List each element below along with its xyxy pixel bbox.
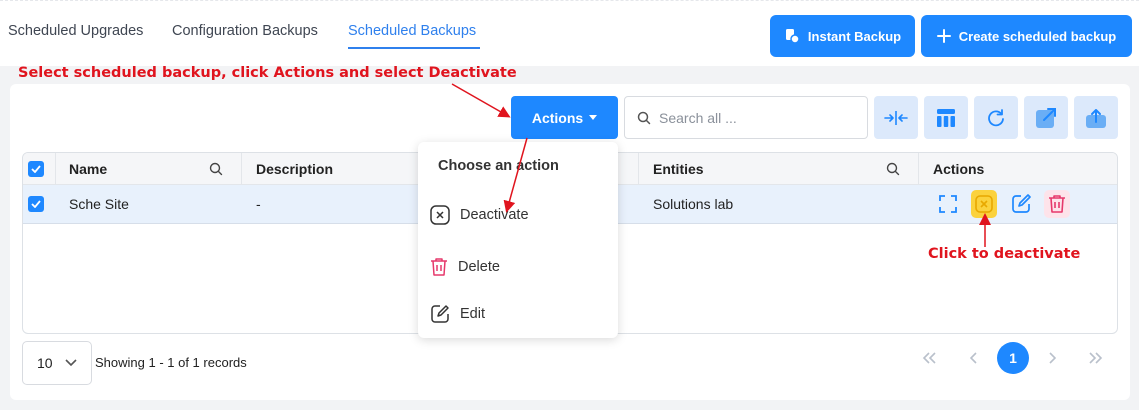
row-checkbox[interactable] — [28, 196, 44, 212]
first-page-button[interactable] — [913, 342, 945, 374]
open-external-icon — [1036, 107, 1056, 128]
tab-scheduled-backups[interactable]: Scheduled Backups — [348, 23, 476, 39]
last-page-button[interactable] — [1080, 342, 1112, 374]
row-name: Sche Site — [69, 196, 129, 212]
annotation-click-deactivate: Click to deactivate — [928, 246, 1081, 262]
trash-icon — [1049, 195, 1065, 213]
search-icon — [637, 111, 651, 124]
backup-icon — [785, 29, 800, 44]
chevron-left-icon — [970, 352, 977, 364]
resize-columns-icon — [884, 110, 908, 125]
check-icon — [31, 200, 41, 208]
tab-configuration-backups[interactable]: Configuration Backups — [172, 23, 318, 39]
actions-dropdown-menu: Choose an action Deactivate Delete Edit — [418, 142, 618, 338]
select-all-checkbox[interactable] — [28, 160, 44, 177]
trash-icon — [431, 258, 447, 276]
deactivate-row-button[interactable] — [971, 190, 997, 218]
entities-filter-button[interactable] — [886, 153, 900, 184]
edit-icon — [1012, 194, 1031, 213]
column-header-entities[interactable]: Entities — [653, 153, 704, 184]
search-icon — [209, 162, 223, 175]
columns-layout-icon — [937, 108, 955, 127]
columns-layout-button[interactable] — [924, 96, 968, 139]
actions-button[interactable]: Actions — [511, 96, 618, 139]
double-chevron-right-icon — [1089, 352, 1103, 364]
menu-item-label: Edit — [460, 306, 485, 322]
next-page-button[interactable] — [1036, 342, 1068, 374]
refresh-icon — [988, 108, 1004, 126]
x-circle-icon — [975, 195, 993, 213]
expand-row-button[interactable] — [935, 190, 961, 218]
row-description: - — [256, 196, 261, 212]
page-size-select[interactable]: 10 — [22, 341, 92, 385]
menu-item-label: Deactivate — [460, 207, 529, 223]
actions-label: Actions — [531, 109, 584, 126]
create-scheduled-backup-button[interactable]: Create scheduled backup — [921, 15, 1132, 57]
menu-item-label: Delete — [458, 259, 500, 275]
create-scheduled-backup-label: Create scheduled backup — [958, 28, 1117, 44]
search-box — [624, 96, 868, 139]
edit-icon — [431, 305, 449, 323]
records-summary: Showing 1 - 1 of 1 records — [95, 355, 247, 370]
instant-backup-button[interactable]: Instant Backup — [770, 15, 915, 57]
name-filter-button[interactable] — [209, 153, 223, 184]
check-icon — [31, 164, 41, 173]
instant-backup-label: Instant Backup — [807, 28, 902, 44]
upload-icon — [1086, 108, 1106, 128]
edit-row-button[interactable] — [1008, 190, 1034, 218]
page-button-current[interactable]: 1 — [997, 342, 1029, 374]
column-header-description[interactable]: Description — [256, 153, 333, 184]
caret-down-icon — [589, 115, 598, 120]
annotation-instruction: Select scheduled backup, click Actions a… — [18, 65, 517, 81]
top-bar: Scheduled Upgrades Configuration Backups… — [0, 0, 1139, 66]
menu-item-edit[interactable]: Edit — [430, 300, 610, 328]
menu-item-deactivate[interactable]: Deactivate — [430, 201, 610, 229]
resize-columns-button[interactable] — [874, 96, 918, 139]
page-size-value: 10 — [37, 355, 53, 371]
row-entities: Solutions lab — [653, 196, 734, 212]
x-circle-icon — [430, 205, 450, 225]
column-header-name[interactable]: Name — [69, 153, 107, 184]
search-input[interactable] — [659, 109, 849, 126]
open-external-button[interactable] — [1024, 96, 1068, 139]
refresh-button[interactable] — [974, 96, 1018, 139]
menu-item-delete[interactable]: Delete — [430, 253, 610, 281]
tab-scheduled-upgrades[interactable]: Scheduled Upgrades — [8, 23, 143, 39]
search-icon — [886, 162, 900, 175]
plus-icon — [936, 29, 951, 43]
previous-page-button[interactable] — [958, 342, 990, 374]
expand-icon — [939, 195, 957, 213]
export-button[interactable] — [1074, 96, 1118, 139]
delete-row-button[interactable] — [1044, 190, 1070, 218]
chevron-right-icon — [1049, 352, 1056, 364]
double-chevron-left-icon — [922, 352, 936, 364]
dropdown-header: Choose an action — [438, 158, 559, 174]
active-tab-indicator — [348, 47, 480, 49]
chevron-down-icon — [65, 359, 77, 367]
column-header-actions: Actions — [933, 160, 985, 177]
